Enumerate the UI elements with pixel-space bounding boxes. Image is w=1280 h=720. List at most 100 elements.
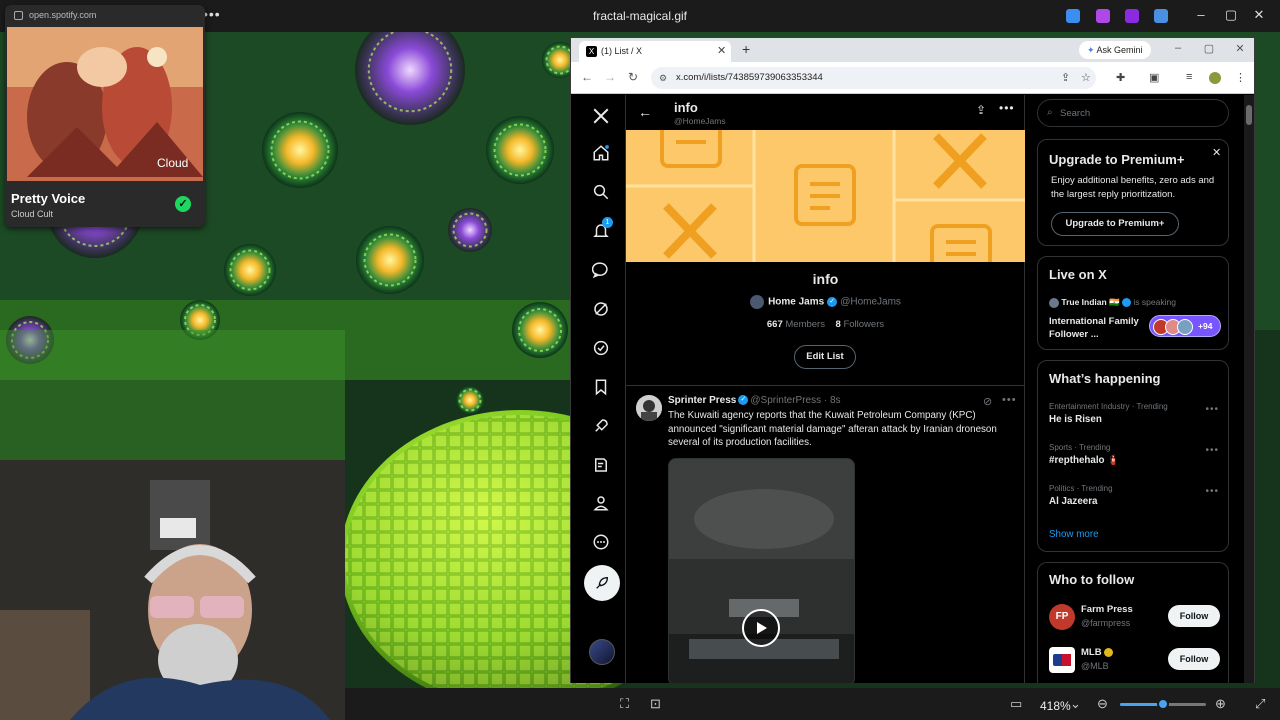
zoom-out-icon[interactable]: ⊖ — [1097, 696, 1108, 712]
mlb-avatar[interactable] — [1049, 647, 1075, 673]
actual-size-icon[interactable]: ▭ — [1010, 696, 1022, 712]
play-icon[interactable] — [742, 609, 780, 647]
check-circle-icon[interactable]: ✓ — [175, 196, 191, 212]
more-options-icon[interactable] — [588, 529, 614, 555]
maximize-icon[interactable]: ▢ — [1222, 7, 1240, 23]
trend-item[interactable]: Entertainment Industry · Trending He is … — [1049, 402, 1219, 425]
premium-icon[interactable] — [588, 335, 614, 361]
notifications-icon[interactable]: 1 — [588, 217, 614, 244]
live-topic[interactable]: International Family Follower ... — [1049, 315, 1145, 341]
grok-explain-icon[interactable]: ⊘ — [983, 395, 992, 408]
trend-more-icon[interactable]: ••• — [1205, 404, 1219, 415]
app-tray-icon[interactable] — [1125, 9, 1139, 23]
new-tab-icon[interactable]: + — [742, 41, 750, 57]
follow-name[interactable]: Farm Press — [1081, 604, 1133, 615]
spotify-miniplayer[interactable]: open.spotify.com Cloud Pretty Voice Clou… — [5, 5, 205, 227]
minimize-icon[interactable]: – — [1171, 42, 1185, 54]
follow-button[interactable]: Follow — [1168, 605, 1220, 627]
trend-item[interactable]: Sports · Trending #repthehalo 🧯 ••• — [1049, 443, 1219, 466]
rocket-icon[interactable] — [588, 413, 614, 439]
fit-screen-icon[interactable]: ⛶ — [620, 696, 629, 712]
close-icon[interactable]: ✕ — [1212, 146, 1221, 159]
tweet-more-icon[interactable]: ••• — [1002, 394, 1017, 406]
track-artist[interactable]: Cloud Cult — [11, 209, 53, 219]
minimize-icon[interactable]: – — [1192, 7, 1210, 22]
media-controls-icon[interactable]: ≡ — [1186, 71, 1192, 83]
address-bar[interactable]: ⚙ x.com/i/lists/743859739063353344 — [651, 67, 1096, 89]
tweet-author-name[interactable]: Sprinter Press — [668, 395, 736, 406]
x-logo-icon[interactable] — [588, 103, 614, 129]
owner-avatar[interactable] — [750, 295, 765, 309]
trend-item[interactable]: Politics · Trending Al Jazeera ••• — [1049, 484, 1219, 507]
forward-arrow-icon[interactable]: → — [604, 70, 616, 84]
list-owner[interactable]: Home Jams ✓ @HomeJams — [626, 295, 1025, 309]
maximize-icon[interactable]: ▢ — [1202, 42, 1216, 55]
page-scrollbar[interactable] — [1244, 95, 1254, 683]
install-app-icon[interactable]: ⇪ — [1061, 71, 1070, 84]
crop-icon[interactable]: ⊡ — [650, 696, 661, 712]
follow-button[interactable]: Follow — [1168, 648, 1220, 670]
app-tray-icon[interactable] — [1066, 9, 1080, 23]
app-tray-icon[interactable] — [1096, 9, 1110, 23]
zoom-in-icon[interactable]: ⊕ — [1215, 696, 1226, 712]
share-icon[interactable]: ⇪ — [976, 103, 986, 117]
zoom-level[interactable]: 418% — [1040, 699, 1071, 713]
extensions-icon[interactable]: ✚ — [1116, 71, 1125, 84]
viewer-more-icon[interactable]: ••• — [203, 6, 221, 22]
more-icon[interactable]: ••• — [999, 101, 1015, 115]
fractal-flower — [448, 208, 492, 252]
follow-suggestion[interactable]: FP Farm Press @farmpress Follow — [1049, 603, 1225, 633]
back-arrow-icon[interactable]: ← — [638, 104, 652, 120]
browser-menu-icon[interactable]: ⋮ — [1235, 71, 1246, 84]
explore-icon[interactable] — [588, 179, 614, 205]
owner-name[interactable]: Home Jams — [768, 297, 824, 308]
show-more-link[interactable]: Show more — [1049, 529, 1099, 540]
zoom-slider-thumb[interactable] — [1157, 698, 1169, 710]
live-host[interactable]: True Indian 🇮🇳 is speaking — [1049, 297, 1176, 308]
follow-name[interactable]: MLB — [1081, 647, 1114, 658]
search-input[interactable]: ⌕ Search — [1037, 99, 1229, 127]
home-icon[interactable] — [588, 140, 614, 166]
account-avatar[interactable] — [589, 639, 615, 665]
ask-gemini-button[interactable]: ✦ Ask Gemini — [1079, 41, 1151, 59]
live-listeners[interactable]: +94 — [1149, 315, 1221, 337]
onedrive-icon[interactable] — [1154, 9, 1168, 23]
tweet-video[interactable] — [668, 458, 855, 683]
url-text[interactable]: x.com/i/lists/743859739063353344 — [676, 72, 823, 83]
compose-post-button[interactable] — [584, 565, 620, 601]
messages-icon[interactable] — [588, 257, 614, 283]
grok-icon[interactable] — [588, 296, 614, 322]
close-icon[interactable]: ✕ — [1250, 7, 1268, 23]
articles-icon[interactable] — [588, 452, 614, 478]
follow-name-text: MLB — [1081, 647, 1102, 658]
followers-link[interactable]: 8 Followers — [836, 319, 885, 330]
bookmarks-icon[interactable] — [588, 374, 614, 400]
scrollbar-thumb[interactable] — [1246, 105, 1252, 125]
tweet[interactable]: Sprinter Press ✓ @SprinterPress · 8s ⊘ •••… — [626, 386, 1025, 683]
upgrade-premium-button[interactable]: Upgrade to Premium+ — [1051, 212, 1179, 236]
tweet-avatar[interactable] — [636, 395, 662, 421]
members-link[interactable]: 667 Members — [767, 319, 825, 330]
tweet-timestamp[interactable]: · 8s — [824, 395, 841, 406]
farm-press-avatar[interactable]: FP — [1049, 604, 1075, 630]
reload-icon[interactable]: ↻ — [628, 70, 638, 84]
site-info-icon[interactable]: ⚙ — [659, 73, 667, 84]
trend-more-icon[interactable]: ••• — [1205, 445, 1219, 456]
zoom-dropdown-icon[interactable]: ⌄ — [1070, 696, 1081, 712]
edit-list-button[interactable]: Edit List — [794, 345, 856, 369]
browser-tab[interactable]: X (1) List / X ✕ — [579, 41, 731, 62]
site-settings-icon[interactable] — [14, 11, 23, 20]
listener-avatar — [1177, 319, 1193, 335]
tab-close-icon[interactable]: ✕ — [717, 44, 726, 57]
zoom-slider[interactable] — [1120, 698, 1206, 710]
bookmark-star-icon[interactable]: ☆ — [1081, 71, 1091, 84]
close-icon[interactable]: ✕ — [1233, 42, 1247, 55]
expand-icon[interactable]: ⤢ — [1255, 696, 1265, 712]
profile-icon[interactable] — [588, 490, 614, 516]
back-arrow-icon[interactable]: ← — [581, 70, 593, 84]
follow-suggestion[interactable]: MLB @MLB Follow — [1049, 646, 1225, 676]
split-view-icon[interactable]: ▣ — [1149, 71, 1159, 84]
profile-avatar[interactable] — [1209, 72, 1221, 84]
trend-more-icon[interactable]: ••• — [1205, 486, 1219, 497]
tweet-author-handle[interactable]: @SprinterPress — [750, 395, 821, 406]
